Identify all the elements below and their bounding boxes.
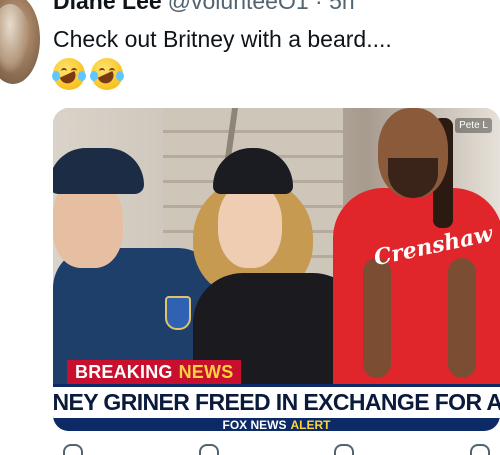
shoulder-patch-icon <box>165 296 191 330</box>
tweet-header: Diane Lee @volunteeO1 · 5h <box>53 0 355 15</box>
avatar-hair <box>0 4 30 74</box>
man-red-shirt-figure: Crenshaw <box>333 108 500 431</box>
image-watermark: Pete L <box>455 118 492 133</box>
news-headline: BRITNEY GRINER FREED IN EXCHANGE FOR ARM… <box>53 384 500 418</box>
retweet-icon[interactable] <box>198 444 219 455</box>
emoji-row <box>52 58 124 90</box>
rolling-on-the-floor-laughing-icon <box>52 58 86 90</box>
tweet-image[interactable]: Crenshaw Pete L BREAKING NEWS BRITNEY GR… <box>53 108 500 431</box>
share-icon[interactable] <box>469 444 490 455</box>
tweet-actions <box>53 444 500 455</box>
like-icon[interactable] <box>334 444 355 455</box>
author-handle[interactable]: @volunteeO1 · 5h <box>168 0 355 14</box>
network-name: FOX NEWS <box>222 417 287 432</box>
avatar[interactable] <box>0 0 40 84</box>
reply-icon[interactable] <box>63 444 83 455</box>
alert-text: ALERT <box>290 417 331 432</box>
breaking-text: BREAKING <box>75 361 173 382</box>
rolling-on-the-floor-laughing-icon <box>90 58 124 90</box>
breaking-news-label: BREAKING NEWS <box>67 360 242 384</box>
news-text: NEWS <box>178 361 234 382</box>
tweet-text: Check out Britney with a beard.... <box>53 26 392 52</box>
author-name[interactable]: Diane Lee <box>53 0 162 14</box>
network-band: FOX NEWS ALERT <box>53 418 500 431</box>
